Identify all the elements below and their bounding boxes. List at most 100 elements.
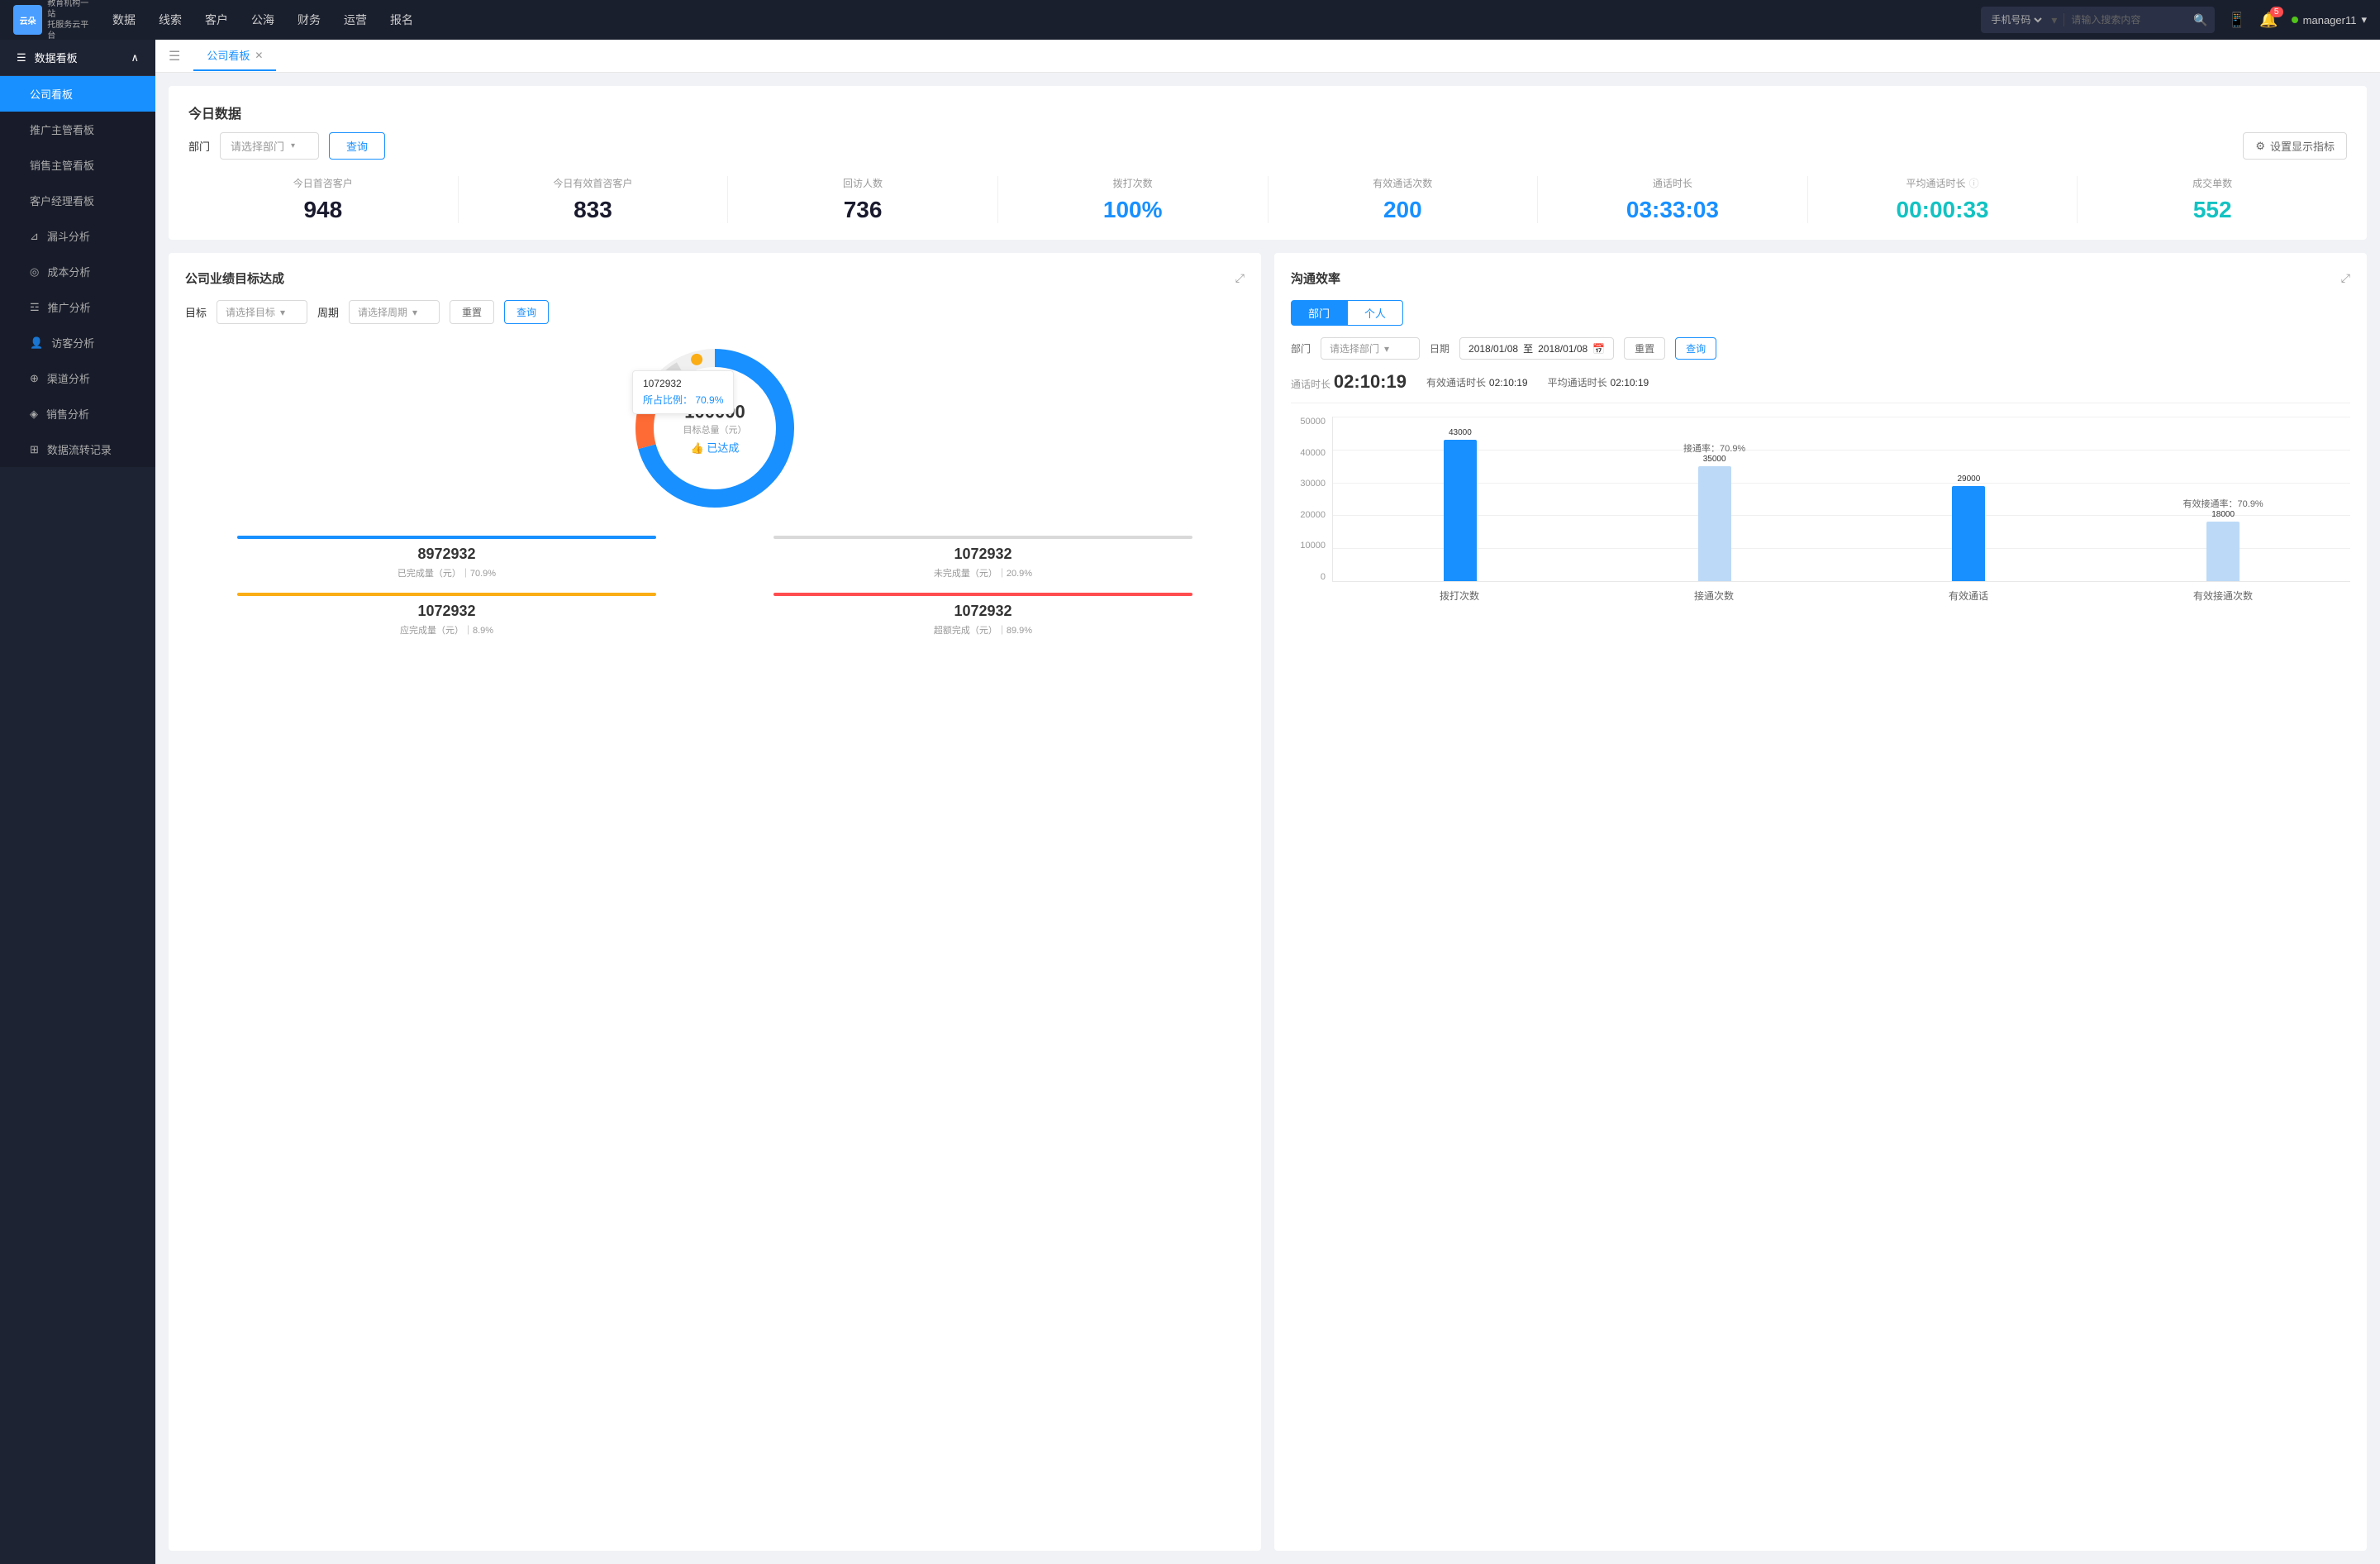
today-data-section: 今日数据 部门 请选择部门 ▾ 查询 ⚙ 设置显示指标 今日首咨客户 (169, 86, 2367, 240)
sidebar-section-label: 数据看板 (35, 50, 78, 65)
eff-query-button[interactable]: 查询 (1675, 337, 1716, 360)
eff-date-label: 日期 (1430, 341, 1449, 355)
period-label: 周期 (317, 304, 339, 320)
y-label: 0 (1321, 572, 1326, 582)
target-placeholder: 请选择目标 (226, 305, 275, 319)
sidebar-item-label: 成本分析 (47, 264, 90, 279)
performance-query-button[interactable]: 查询 (504, 300, 549, 324)
metric-label: 平均通话时长 ⓘ (1815, 176, 2071, 190)
metric-value: 833 (465, 197, 721, 223)
sidebar-item-sales-analysis[interactable]: ◈ 销售分析 (0, 396, 155, 432)
metric-label: 今日首咨客户 (195, 176, 451, 190)
sidebar-item-cost[interactable]: ◎ 成本分析 (0, 254, 155, 289)
sidebar-item-company-board[interactable]: 公司看板 (0, 76, 155, 112)
call-time-stat: 通话时长 02:10:19 (1291, 371, 1407, 393)
search-input[interactable] (2071, 14, 2187, 26)
bar-effective (1952, 486, 1985, 581)
promotion-icon: ☲ (30, 301, 40, 314)
sidebar-item-label: 推广分析 (48, 299, 91, 315)
donut-achieved-label: 👍 已达成 (683, 440, 747, 455)
metric-label: 成交单数 (2084, 176, 2340, 190)
top-right-actions: 手机号码 ▾ 🔍 📱 🔔 5 manager11 ▾ (1981, 7, 2367, 33)
avg-call-label: 平均通话时长 (1548, 377, 1607, 389)
user-info[interactable]: manager11 ▾ (2292, 13, 2367, 26)
eff-dept-select[interactable]: 请选择部门 ▾ (1321, 337, 1420, 360)
donut-chart-area: 100000 目标总量（元） 👍 已达成 1072932 所占比例： 70.9% (185, 337, 1245, 519)
tab-menu-icon[interactable]: ☰ (169, 48, 180, 64)
dept-select[interactable]: 请选择部门 ▾ (220, 132, 319, 160)
performance-reset-button[interactable]: 重置 (450, 300, 494, 324)
eff-date-picker[interactable]: 2018/01/08 至 2018/01/08 📅 (1459, 337, 1614, 360)
sidebar-item-visitor[interactable]: 👤 访客分析 (0, 325, 155, 360)
today-query-button[interactable]: 查询 (329, 132, 385, 160)
tab-company-board[interactable]: 公司看板 ✕ (193, 41, 276, 71)
notification-icon[interactable]: 🔔 5 (2259, 12, 2278, 29)
metric-calls: 拨打次数 100% (998, 176, 1269, 223)
tab-btn-personal[interactable]: 个人 (1347, 300, 1403, 326)
content-area: ☰ 公司看板 ✕ 今日数据 部门 请选择部门 ▾ 查询 ⚙ (155, 40, 2380, 1564)
effective-call-stat: 有效通话时长 02:10:19 (1426, 375, 1528, 389)
sidebar-item-data-flow[interactable]: ⊞ 数据流转记录 (0, 432, 155, 467)
monitor-icon[interactable]: 📱 (2228, 12, 2246, 29)
sidebar-item-promotion-analysis[interactable]: ☲ 推广分析 (0, 289, 155, 325)
search-icon[interactable]: 🔍 (2193, 13, 2207, 27)
x-label-connected: 接通次数 (1587, 589, 1841, 603)
time-stats-row: 通话时长 02:10:19 有效通话时长 02:10:19 平均通话时长 02:… (1291, 371, 2350, 403)
bar-group-effective: 29000 (1842, 417, 2097, 581)
stat-incomplete: 1072932 未完成量（元）｜20.9% (721, 536, 1245, 579)
top-navigation: 云朵 教育机构一站托服务云平台 数据 线索 客户 公海 财务 运营 报名 手机号… (0, 0, 2380, 40)
settings-icon: ⚙ (2255, 140, 2265, 153)
bar-calls (1444, 440, 1477, 581)
eff-expand-icon[interactable]: ⤢ (2341, 271, 2350, 285)
expand-icon[interactable]: ⤢ (1235, 271, 1245, 285)
stat-should-complete: 1072932 应完成量（元）｜8.9% (185, 593, 708, 637)
online-status-dot (2292, 17, 2298, 23)
sidebar-item-sales-board[interactable]: 销售主管看板 (0, 147, 155, 183)
eff-dept-label: 部门 (1291, 341, 1311, 355)
period-select[interactable]: 请选择周期 ▾ (349, 300, 440, 324)
sidebar-item-channel[interactable]: ⊕ 渠道分析 (0, 360, 155, 396)
bar-chart: 50000 40000 30000 20000 10000 0 (1291, 417, 2350, 603)
stat-bar-exceeded (774, 593, 1192, 596)
metric-first-consult: 今日首咨客户 948 (188, 176, 459, 223)
search-type-select[interactable]: 手机号码 (1987, 13, 2044, 26)
eff-dept-placeholder: 请选择部门 (1330, 341, 1379, 355)
efficiency-filter-row: 部门 请选择部门 ▾ 日期 2018/01/08 至 2018/01/08 📅 (1291, 337, 2350, 360)
sidebar-item-funnel[interactable]: ⊿ 漏斗分析 (0, 218, 155, 254)
sidebar-item-promotion-board[interactable]: 推广主管看板 (0, 112, 155, 147)
nav-leads[interactable]: 线索 (159, 12, 182, 28)
metrics-row: 今日首咨客户 948 今日有效首咨客户 833 回访人数 736 拨打次数 10… (188, 176, 2347, 223)
nav-customers[interactable]: 客户 (205, 12, 228, 28)
bar-chart-inner: 50000 40000 30000 20000 10000 0 (1291, 417, 2350, 582)
sidebar-item-label: 推广主管看板 (30, 122, 94, 137)
search-box[interactable]: 手机号码 ▾ 🔍 (1981, 7, 2214, 33)
nav-public-sea[interactable]: 公海 (251, 12, 274, 28)
date-end: 2018/01/08 (1538, 343, 1587, 355)
y-axis: 50000 40000 30000 20000 10000 0 (1291, 417, 1332, 582)
stat-bar-completed (237, 536, 655, 539)
bar-group-calls: 43000 (1333, 417, 1587, 581)
bar-connected: 接通率：70.9% (1698, 466, 1731, 581)
nav-finance[interactable]: 财务 (298, 12, 321, 28)
dept-select-placeholder: 请选择部门 (231, 138, 284, 154)
info-icon: ⓘ (1969, 176, 1979, 190)
bottom-row: 公司业绩目标达成 ⤢ 目标 请选择目标 ▾ 周期 请选择周期 ▾ (169, 253, 2367, 1551)
x-labels-row: 拨打次数 接通次数 有效通话 有效接通次数 (1291, 589, 2350, 603)
stat-value: 1072932 (185, 603, 708, 620)
target-select[interactable]: 请选择目标 ▾ (217, 300, 307, 324)
nav-operations[interactable]: 运营 (344, 12, 367, 28)
user-dropdown-icon: ▾ (2361, 13, 2367, 26)
target-select-arrow: ▾ (280, 307, 285, 318)
bar-group-effective-connected: 18000 有效接通率：70.9% (2096, 417, 2350, 581)
nav-data[interactable]: 数据 (112, 12, 136, 28)
sidebar-item-account-manager-board[interactable]: 客户经理看板 (0, 183, 155, 218)
sidebar-section-dashboard[interactable]: ☰ 数据看板 ∧ (0, 40, 155, 76)
sidebar-collapse-icon: ∧ (131, 51, 139, 64)
tab-btn-dept[interactable]: 部门 (1291, 300, 1347, 326)
settings-display-button[interactable]: ⚙ 设置显示指标 (2243, 132, 2347, 160)
tab-close-icon[interactable]: ✕ (255, 50, 263, 61)
eff-reset-button[interactable]: 重置 (1624, 337, 1665, 360)
nav-enrollment[interactable]: 报名 (390, 12, 413, 28)
dept-filter-label: 部门 (188, 138, 210, 154)
username: manager11 (2303, 14, 2357, 26)
